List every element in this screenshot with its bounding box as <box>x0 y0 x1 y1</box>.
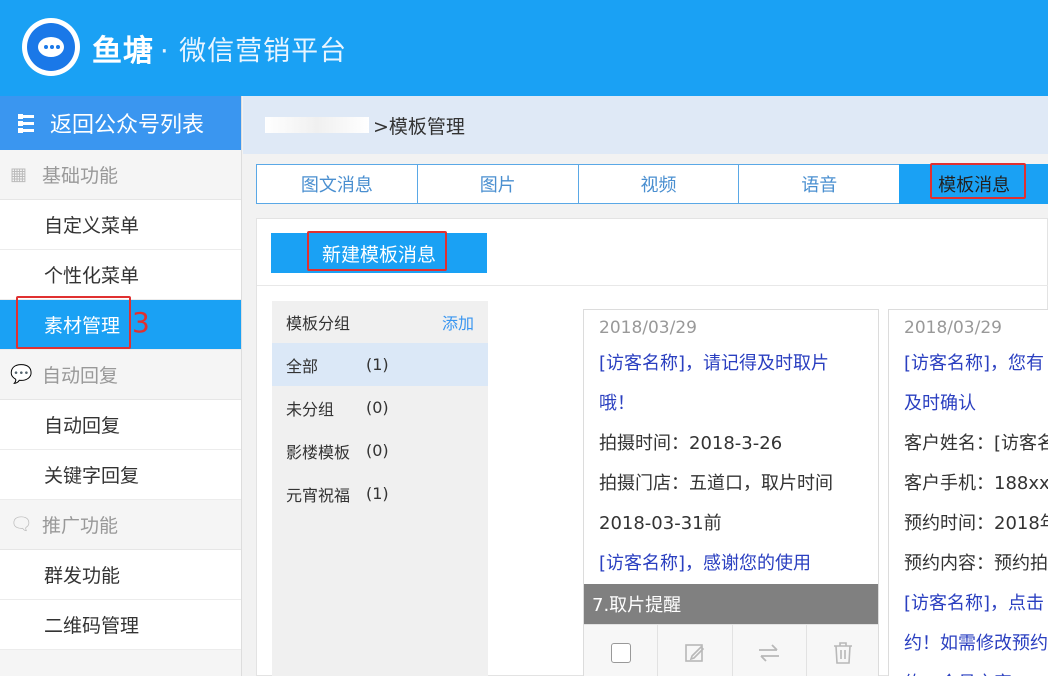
grid-icon: ▦ <box>10 164 28 185</box>
section-basic: ▦ 基础功能 <box>0 150 241 200</box>
sidebar-item-label: 自动回复 <box>44 415 121 437</box>
divider <box>257 285 1048 286</box>
edit-icon <box>685 643 705 662</box>
card-line: 客户手机：188xx <box>904 473 1048 494</box>
trash-icon <box>834 641 853 664</box>
card-line: 拍摄时间：2018-3-26 <box>599 433 783 454</box>
card-date: 2018/03/29 <box>904 318 1002 338</box>
app-header: 鱼塘 · 微信营销平台 <box>0 0 1048 96</box>
tab-video[interactable]: 视频 <box>577 164 740 204</box>
groups-title: 模板分组 <box>286 314 351 333</box>
card-line: 及时确认 <box>904 393 976 414</box>
group-all[interactable]: 全部 (1) <box>272 343 488 386</box>
tab-voice[interactable]: 语音 <box>738 164 901 204</box>
breadcrumb: >模板管理 <box>243 96 1048 154</box>
highlight-box <box>307 231 447 271</box>
chat-icon: 💬 <box>10 364 33 385</box>
tab-news[interactable]: 图文消息 <box>256 164 418 204</box>
card-date: 2018/03/29 <box>599 318 697 338</box>
material-tabs: 图文消息 图片 视频 语音 模板消息 <box>256 163 1048 204</box>
group-count: (1) <box>366 484 389 503</box>
sidebar: 返回公众号列表 ▦ 基础功能 自定义菜单 个性化菜单 素材管理 3 💬 自动回复… <box>0 96 242 676</box>
group-name: 影楼模板 <box>286 442 351 462</box>
list-icon <box>12 111 34 136</box>
new-template-button[interactable]: 新建模板消息 <box>271 231 487 273</box>
select-checkbox[interactable] <box>584 625 659 676</box>
template-card[interactable]: 2018/03/29 [访客名称]，请记得及时取片 哦！ 拍摄时间：2018-3… <box>583 309 879 676</box>
card-line: 约，会员之家 <box>889 664 1048 676</box>
card-line: 哦！ <box>599 393 635 414</box>
card-actions <box>584 624 878 676</box>
section-title: 推广功能 <box>42 515 119 537</box>
section-auto-reply: 💬 自动回复 <box>0 350 241 400</box>
back-to-accounts-button[interactable]: 返回公众号列表 <box>0 96 241 150</box>
card-line: 拍摄门店：五道口，取片时间 <box>599 473 833 494</box>
sidebar-item-keyword-reply[interactable]: 关键字回复 <box>0 450 241 500</box>
edit-button[interactable] <box>658 625 733 676</box>
add-group-link[interactable]: 添加 <box>442 310 474 334</box>
card-line: [访客名称]，感谢您的使用 <box>599 553 812 574</box>
card-title: 7.取片提醒 <box>584 584 878 624</box>
group-studio-template[interactable]: 影楼模板 (0) <box>272 429 488 472</box>
card-line: [访客名称]，您有 <box>904 353 1045 374</box>
tab-template[interactable]: 模板消息 <box>899 163 1048 204</box>
brand-name: 鱼塘 <box>92 34 154 69</box>
group-name: 未分组 <box>286 399 335 419</box>
sidebar-item-label: 关键字回复 <box>44 465 140 487</box>
section-title: 自动回复 <box>42 365 119 387</box>
section-promotion: 🗨 推广功能 <box>0 500 241 550</box>
move-button[interactable] <box>733 625 807 676</box>
sidebar-item-label: 二维码管理 <box>44 615 140 637</box>
sidebar-item-auto-reply[interactable]: 自动回复 <box>0 400 241 450</box>
sidebar-item-personal-menu[interactable]: 个性化菜单 <box>0 250 241 300</box>
swap-icon <box>759 643 780 662</box>
sidebar-item-qrcode[interactable]: 二维码管理 <box>0 600 241 650</box>
highlight-box <box>930 163 1027 199</box>
delete-button[interactable] <box>807 625 878 676</box>
group-count: (0) <box>366 398 389 417</box>
sidebar-item-mass-send[interactable]: 群发功能 <box>0 550 241 600</box>
section-title: 基础功能 <box>42 165 119 187</box>
card-line: 预约内容：预约拍 <box>904 553 1048 574</box>
card-line: [访客名称]，点击 <box>904 593 1045 614</box>
tab-image[interactable]: 图片 <box>416 164 579 204</box>
sidebar-item-label: 个性化菜单 <box>44 265 140 287</box>
group-count: (0) <box>366 441 389 460</box>
checkbox-icon <box>610 642 631 663</box>
card-line: [访客名称]，请记得及时取片 <box>599 353 830 374</box>
card-line: 约！如需修改预约 <box>904 633 1048 654</box>
step-number: 3 <box>132 306 150 339</box>
sidebar-item-label: 自定义菜单 <box>44 215 140 237</box>
card-line: 预约时间：2018年 <box>904 513 1048 534</box>
card-line: 2018-03-31前 <box>599 513 722 534</box>
speech-icon: 🗨 <box>10 514 33 535</box>
breadcrumb-current: >模板管理 <box>373 115 465 138</box>
blurred-breadcrumb-link[interactable] <box>265 117 369 133</box>
groups-header: 模板分组 添加 <box>272 301 488 343</box>
back-label: 返回公众号列表 <box>50 113 205 138</box>
logo-icon <box>22 18 80 76</box>
group-ungrouped[interactable]: 未分组 (0) <box>272 386 488 429</box>
sidebar-item-material-management[interactable]: 素材管理 3 <box>0 296 241 350</box>
card-line: 客户姓名：[访客名 <box>904 433 1048 454</box>
template-groups: 模板分组 添加 全部 (1) 未分组 (0) 影楼模板 (0) 元宵祝福 (1) <box>272 301 488 676</box>
group-count: (1) <box>366 355 389 374</box>
group-name: 元宵祝福 <box>286 485 351 505</box>
group-name: 全部 <box>286 356 319 376</box>
group-lantern-wishes[interactable]: 元宵祝福 (1) <box>272 472 488 515</box>
sidebar-item-label: 群发功能 <box>44 565 121 587</box>
template-content: 新建模板消息 模板分组 添加 全部 (1) 未分组 (0) 影楼模板 (0) 元… <box>256 218 1048 676</box>
sidebar-item-custom-menu[interactable]: 自定义菜单 <box>0 200 241 250</box>
highlight-box <box>16 296 131 349</box>
brand-subtitle: · 微信营销平台 <box>160 36 348 67</box>
template-card[interactable]: 2018/03/29 [访客名称]，您有 及时确认 客户姓名：[访客名 客户手机… <box>888 309 1048 676</box>
